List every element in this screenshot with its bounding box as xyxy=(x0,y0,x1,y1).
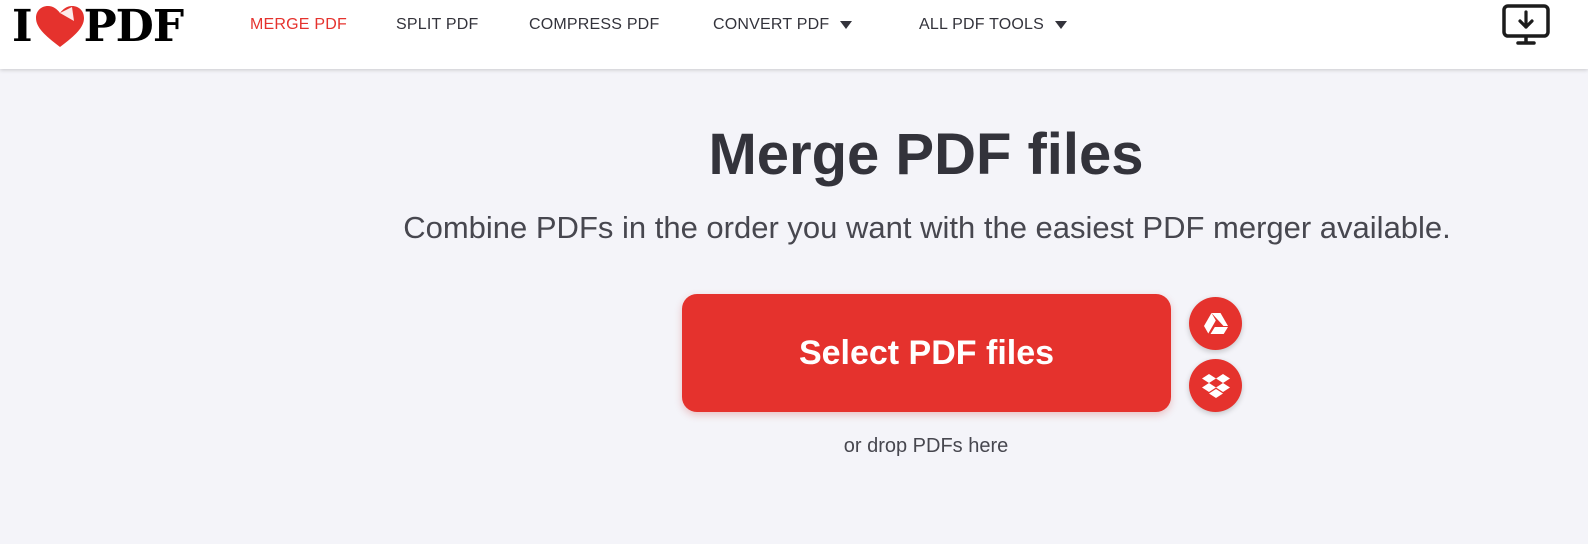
top-navbar: I PDF MERGE PDF SPLIT PDF COMPRESS PDF C… xyxy=(0,0,1588,69)
heart-icon xyxy=(35,6,84,47)
nav-label: CONVERT PDF xyxy=(713,16,830,33)
nav-label: MERGE PDF xyxy=(250,16,347,33)
logo-text-pdf: PDF xyxy=(83,1,184,52)
ilovepdf-logo[interactable]: I PDF xyxy=(12,1,184,52)
page-title: Merge PDF files xyxy=(708,122,1144,187)
nav-compress-pdf[interactable]: COMPRESS PDF xyxy=(529,14,659,36)
nav-all-pdf-tools[interactable]: ALL PDF TOOLS xyxy=(919,14,1068,36)
nav-label: SPLIT PDF xyxy=(396,16,479,33)
desktop-download-icon[interactable] xyxy=(1501,2,1551,48)
select-pdf-files-button[interactable]: Select PDF files xyxy=(682,294,1171,412)
drop-hint-text: or drop PDFs here xyxy=(843,435,1009,457)
dropbox-icon xyxy=(1201,373,1230,398)
caret-down-icon xyxy=(840,21,853,29)
google-drive-button[interactable] xyxy=(1189,297,1242,350)
google-drive-icon xyxy=(1203,313,1228,334)
logo-letter-i: I xyxy=(12,1,33,52)
nav-merge-pdf[interactable]: MERGE PDF xyxy=(250,14,347,36)
nav-label: COMPRESS PDF xyxy=(529,16,660,33)
caret-down-icon xyxy=(1055,21,1068,29)
nav-label: ALL PDF TOOLS xyxy=(919,16,1045,33)
page-subtitle: Combine PDFs in the order you want with … xyxy=(403,210,1451,245)
nav-convert-pdf[interactable]: CONVERT PDF xyxy=(713,14,853,36)
dropbox-button[interactable] xyxy=(1189,359,1242,412)
nav-split-pdf[interactable]: SPLIT PDF xyxy=(396,14,478,36)
